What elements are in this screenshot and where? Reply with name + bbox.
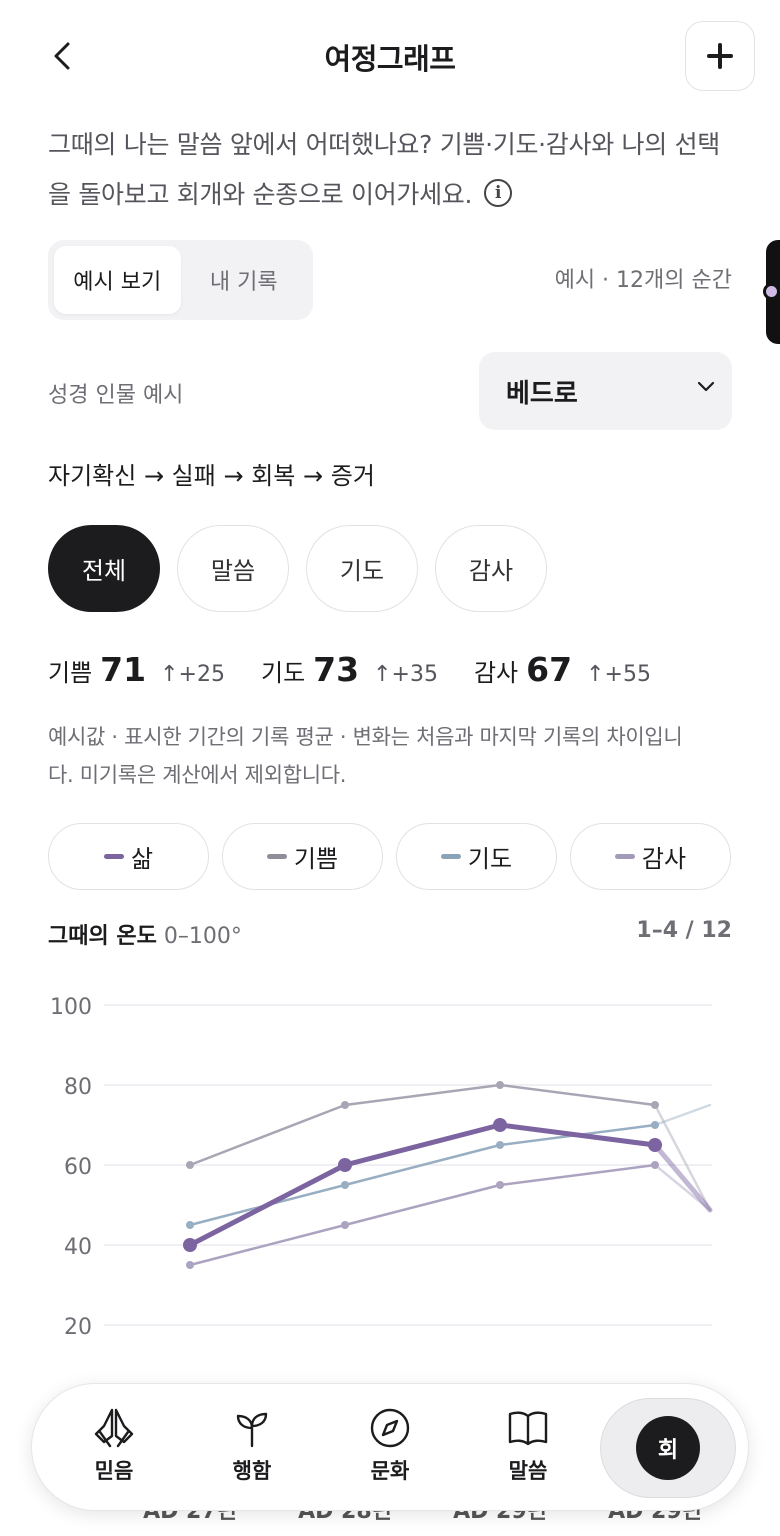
- series-legend: 삶 기쁨 기도 감사: [48, 823, 731, 890]
- y-tick-label: 20: [64, 1315, 92, 1340]
- character-selected-value: 베드로: [506, 378, 578, 409]
- filter-all[interactable]: 전체: [48, 525, 160, 612]
- toggle-my-records[interactable]: 내 기록: [181, 246, 308, 314]
- intro-text: 그때의 나는 말씀 앞에서 어떠했나요? 기쁨·기도·감사와 나의 선택을 돌아…: [48, 120, 728, 220]
- view-toggle: 예시 보기 내 기록: [48, 240, 313, 320]
- series-continuation: [653, 1103, 712, 1127]
- legend-swatch: [103, 854, 124, 859]
- data-point: [186, 1161, 194, 1169]
- moments-count: 예시 · 12개의 순간: [554, 268, 732, 293]
- stat-value: 67: [526, 650, 573, 689]
- intro-text-body: 그때의 나는 말씀 앞에서 어떠했나요? 기쁨·기도·감사와 나의 선택을 돌아…: [48, 130, 720, 209]
- journey-path: 자기확신 → 실패 → 회복 → 증거: [48, 462, 375, 490]
- filter-prayer[interactable]: 기도: [306, 525, 418, 612]
- tab-label: 문화: [370, 1459, 410, 1483]
- side-drawer-handle[interactable]: [763, 240, 780, 344]
- y-tick-label: 80: [64, 1075, 92, 1100]
- info-icon[interactable]: i: [484, 179, 513, 207]
- tab-label: 행함: [232, 1459, 272, 1483]
- series-continuation: [652, 1142, 713, 1213]
- data-point: [496, 1181, 504, 1189]
- legend-label: 삶: [130, 845, 154, 873]
- stat-delta: ↑+35: [373, 662, 438, 687]
- stat-delta: ↑+55: [586, 662, 651, 687]
- data-point: [651, 1161, 659, 1169]
- legend-swatch: [614, 854, 635, 859]
- stat-label: 기쁨: [48, 659, 93, 687]
- chevron-down-icon: [697, 381, 715, 392]
- page-indicator: 1–4 / 12: [636, 918, 732, 943]
- tab-label: 믿음: [94, 1459, 134, 1483]
- stat-label: 감사: [473, 659, 519, 687]
- data-point: [186, 1261, 194, 1269]
- stat-value: 73: [313, 650, 360, 689]
- filter-chips: 전체 말씀 기도 감사: [48, 525, 547, 612]
- chart-title: 그때의 온도 0–100°: [48, 918, 242, 950]
- data-point: [183, 1238, 197, 1252]
- page-title: 여정그래프: [324, 42, 456, 76]
- data-point: [341, 1221, 349, 1229]
- stat-delta: ↑+25: [160, 662, 225, 687]
- praying-hands-icon: [94, 1408, 134, 1448]
- book-icon: [508, 1411, 548, 1446]
- legend-label: 기쁨: [293, 845, 339, 873]
- header: 여정그래프: [0, 0, 780, 110]
- chart-title-label: 그때의 온도: [48, 924, 157, 949]
- data-point: [648, 1138, 662, 1152]
- tab-faith[interactable]: 믿음: [64, 1406, 164, 1485]
- character-select[interactable]: 베드로: [479, 352, 732, 430]
- legend-prayer[interactable]: 기도: [396, 823, 557, 890]
- tab-label: 말씀: [508, 1459, 548, 1483]
- toggle-example[interactable]: 예시 보기: [54, 246, 181, 314]
- data-point: [496, 1141, 504, 1149]
- series-line: [188, 1163, 657, 1267]
- add-button[interactable]: [685, 21, 755, 91]
- chart-range: 0–100°: [163, 924, 242, 949]
- compass-icon: [370, 1408, 410, 1448]
- character-label: 성경 인물 예시: [48, 383, 184, 408]
- filter-thanks[interactable]: 감사: [435, 525, 547, 612]
- stat-joy: 기쁨 71 ↑+25: [48, 650, 225, 689]
- data-point: [186, 1221, 194, 1229]
- y-tick-label: 40: [64, 1235, 92, 1260]
- stats-row: 기쁨 71 ↑+25 기도 73 ↑+35 감사 67 ↑+55: [48, 650, 687, 689]
- tab-word[interactable]: 말씀: [478, 1406, 578, 1485]
- data-point: [341, 1181, 349, 1189]
- tab-deeds[interactable]: 행함: [202, 1406, 302, 1485]
- data-point: [338, 1158, 352, 1172]
- bottom-tab-bar: 믿음 행함 문화 말씀 회: [31, 1383, 749, 1511]
- series-line: [188, 1083, 657, 1167]
- stat-prayer: 기도 73 ↑+35: [261, 650, 438, 689]
- data-point: [341, 1101, 349, 1109]
- handle-dot: [763, 283, 780, 300]
- stats-note: 예시값 · 표시한 기간의 기록 평균 · 변화는 처음과 마지막 기록의 차이…: [48, 725, 683, 787]
- data-point: [496, 1081, 504, 1089]
- y-tick-label: 100: [50, 995, 92, 1020]
- tab-active-repent[interactable]: 회: [600, 1398, 736, 1498]
- legend-joy[interactable]: 기쁨: [222, 823, 383, 890]
- stat-value: 71: [100, 650, 147, 689]
- stat-thanks: 감사 67 ↑+55: [474, 650, 651, 689]
- data-point: [651, 1101, 659, 1109]
- legend-swatch: [266, 854, 287, 859]
- legend-label: 기도: [467, 845, 513, 873]
- active-tab-badge: 회: [636, 1416, 700, 1480]
- series-line: [187, 1122, 658, 1248]
- data-point: [493, 1118, 507, 1132]
- data-point: [651, 1121, 659, 1129]
- legend-thanks[interactable]: 감사: [570, 823, 731, 890]
- stat-label: 기도: [260, 659, 306, 687]
- sprout-icon: [236, 1412, 268, 1448]
- y-tick-label: 60: [64, 1155, 92, 1180]
- filter-word[interactable]: 말씀: [177, 525, 289, 612]
- plus-icon: [707, 43, 733, 69]
- legend-swatch: [440, 854, 461, 859]
- tab-culture[interactable]: 문화: [340, 1406, 440, 1485]
- legend-label: 감사: [641, 845, 687, 873]
- legend-life[interactable]: 삶: [48, 823, 209, 890]
